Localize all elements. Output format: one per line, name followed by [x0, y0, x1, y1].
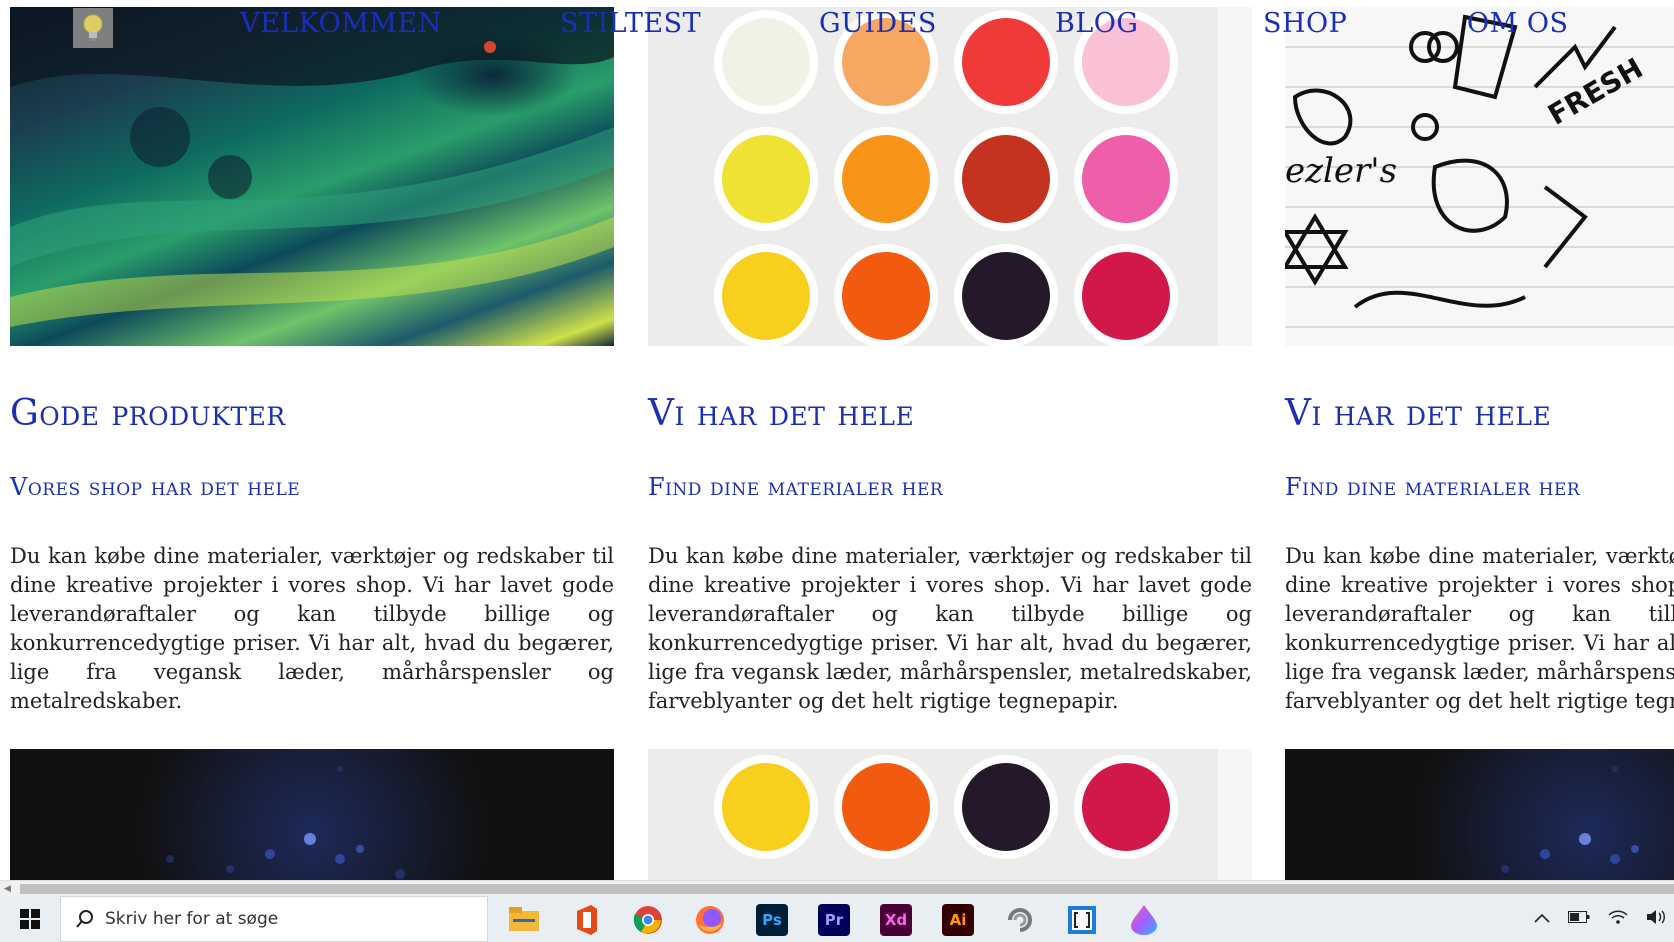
horizontal-scrollbar[interactable]: ◀ [0, 880, 1674, 896]
graffiti-image: ezler's FRESH [1285, 7, 1674, 346]
system-tray [1534, 896, 1666, 942]
bokeh-image-2 [1285, 749, 1674, 880]
nav-link-blog[interactable]: Blog [1055, 8, 1138, 39]
column-subheading: Find dine materialer her [1285, 473, 1581, 501]
content-column-1: Gode produkter Vores shop har det hele D… [10, 7, 614, 880]
app-swirl-icon[interactable] [1004, 904, 1036, 936]
xd-icon[interactable]: Xd [880, 904, 912, 936]
nav-link-guides[interactable]: Guides [819, 8, 937, 39]
windows-start-icon[interactable] [0, 896, 60, 942]
firefox-icon[interactable] [694, 904, 726, 936]
column-subheading: Find dine materialer her [648, 473, 944, 501]
column-text: Du kan købe dine materialer, værktøjer o… [10, 544, 614, 713]
column-subheading: Vores shop har det hele [10, 473, 301, 501]
content-column-2: Vi har det hele Find dine materialer her… [648, 7, 1252, 880]
file-explorer-icon[interactable] [508, 904, 540, 936]
scrollbar-thumb[interactable] [20, 884, 1674, 894]
scroll-left-arrow-icon[interactable]: ◀ [4, 884, 11, 894]
illustrator-icon[interactable]: Ai [942, 904, 974, 936]
brackets-icon[interactable] [1066, 904, 1098, 936]
photoshop-icon[interactable]: Ps [756, 904, 788, 936]
battery-icon[interactable] [1568, 911, 1590, 927]
lightbulb-logo-icon[interactable] [73, 8, 113, 48]
column-text: Du kan købe dine materialer, værktøjer o… [648, 544, 1252, 713]
nav-link-shop[interactable]: Shop [1263, 8, 1347, 39]
bokeh-image [10, 749, 614, 880]
premiere-icon[interactable]: Pr [818, 904, 850, 936]
watercolor-palette-image [648, 7, 1252, 346]
office-icon[interactable] [570, 904, 602, 936]
column-text: Du kan købe dine materialer, værktøjer o… [1285, 544, 1674, 713]
fluid-art-image [10, 7, 614, 346]
top-nav: Velkommen Stiltest Guides Blog Shop Om o… [0, 4, 1674, 48]
wifi-icon[interactable] [1608, 909, 1628, 929]
svg-text:ezler's: ezler's [1285, 151, 1397, 191]
search-placeholder: Skriv her for at søge [105, 909, 279, 929]
page: Velkommen Stiltest Guides Blog Shop Om o… [0, 0, 1674, 880]
content-column-3: ezler's FRESH Vi har det hele Find dine … [1285, 7, 1674, 880]
column-heading: Gode produkter [10, 393, 286, 434]
speaker-icon[interactable] [1646, 909, 1666, 929]
nav-link-om-os[interactable]: Om os [1467, 8, 1569, 39]
column-heading: Vi har det hele [1285, 393, 1552, 434]
nav-link-stiltest[interactable]: Stiltest [560, 8, 701, 39]
search-icon [76, 910, 93, 928]
chrome-icon[interactable] [632, 904, 664, 936]
watercolor-palette-image-2 [648, 749, 1252, 880]
column-heading: Vi har det hele [648, 393, 915, 434]
nav-link-velkommen[interactable]: Velkommen [240, 8, 442, 39]
paint-drop-icon[interactable] [1128, 904, 1160, 936]
chevron-up-icon[interactable] [1534, 911, 1550, 927]
taskbar-search-box[interactable]: Skriv her for at søge [60, 896, 488, 942]
